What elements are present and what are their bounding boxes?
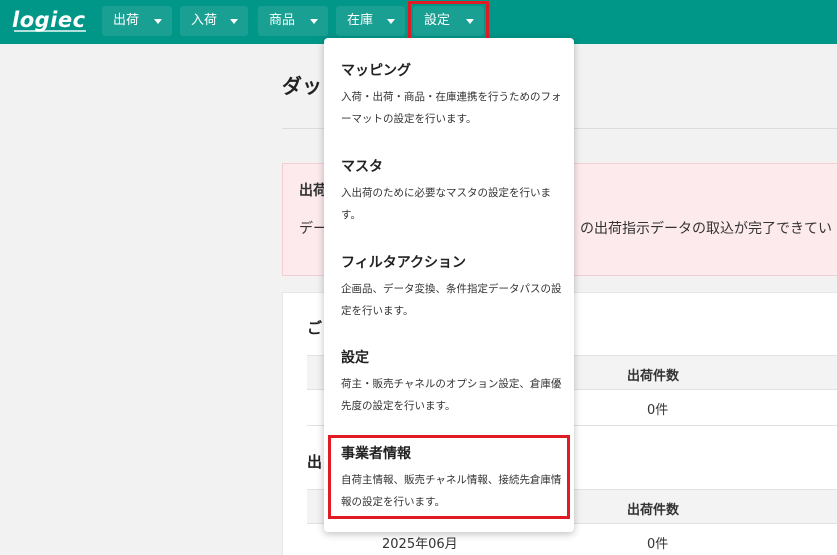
logiec-logo[interactable]: logiec — [12, 9, 86, 35]
caret-down-icon — [387, 19, 395, 24]
nav-menu-inventory[interactable]: 在庫 — [336, 6, 405, 36]
menu-item-description: 荷主・販売チャネルのオプション設定、倉庫優先度の設定を行います。 — [341, 378, 562, 412]
nav-menu-products[interactable]: 商品 — [258, 6, 328, 36]
menu-item-mapping[interactable]: マッピング 入荷・出荷・商品・在庫連携を行うためのフォーマットの設定を行います。 — [324, 60, 574, 140]
section-title: ご — [307, 319, 323, 337]
menu-item-description: 入荷・出荷・商品・在庫連携を行うためのフォーマットの設定を行います。 — [341, 91, 562, 125]
month-cell: 2025年06月 — [382, 537, 458, 552]
logo-text: logiec — [12, 8, 86, 32]
nav-menu-label: 出荷 — [113, 13, 140, 28]
menu-item-description: 入出荷のために必要なマスタの設定を行います。 — [341, 187, 551, 221]
nav-menu-label: 商品 — [269, 13, 296, 28]
caret-down-icon — [230, 19, 238, 24]
alert-title: 出荷 — [299, 183, 327, 199]
menu-item-settings[interactable]: 設定 荷主・販売チャネルのオプション設定、倉庫優先度の設定を行います。 — [324, 347, 574, 427]
business-info-highlight-box — [328, 435, 570, 519]
caret-down-icon — [310, 19, 318, 24]
nav-menu-label: 入荷 — [191, 13, 218, 28]
shipment-count-cell: 0件 — [647, 403, 669, 418]
alert-text-left: デー — [299, 221, 327, 237]
logo-tagline-line — [14, 30, 86, 32]
column-header-shipment-count: 出荷件数 — [627, 503, 680, 518]
menu-item-description: 企画品、データ変換、条件指定データパスの設定を行います。 — [341, 283, 562, 317]
nav-menu-shipping[interactable]: 出荷 — [102, 6, 172, 36]
shipment-count-cell: 0件 — [647, 537, 669, 552]
menu-item-title: 設定 — [341, 350, 369, 366]
nav-menu-receiving[interactable]: 入荷 — [180, 6, 248, 36]
caret-down-icon — [154, 19, 162, 24]
menu-item-filter-action[interactable]: フィルタアクション 企画品、データ変換、条件指定データパスの設定を行います。 — [324, 252, 574, 332]
menu-item-title: マッピング — [341, 63, 411, 79]
page-title: ダッ — [282, 74, 322, 98]
menu-item-title: フィルタアクション — [341, 255, 467, 271]
menu-item-title: マスタ — [341, 159, 383, 175]
column-header-shipment-count: 出荷件数 — [627, 369, 680, 384]
settings-highlight-box — [408, 1, 489, 41]
section-title: 出 — [307, 453, 323, 471]
alert-text-right: の出荷指示データの取込が完了できてい — [580, 221, 832, 237]
nav-menu-label: 在庫 — [347, 13, 374, 28]
menu-item-master[interactable]: マスタ 入出荷のために必要なマスタの設定を行います。 — [324, 156, 574, 236]
